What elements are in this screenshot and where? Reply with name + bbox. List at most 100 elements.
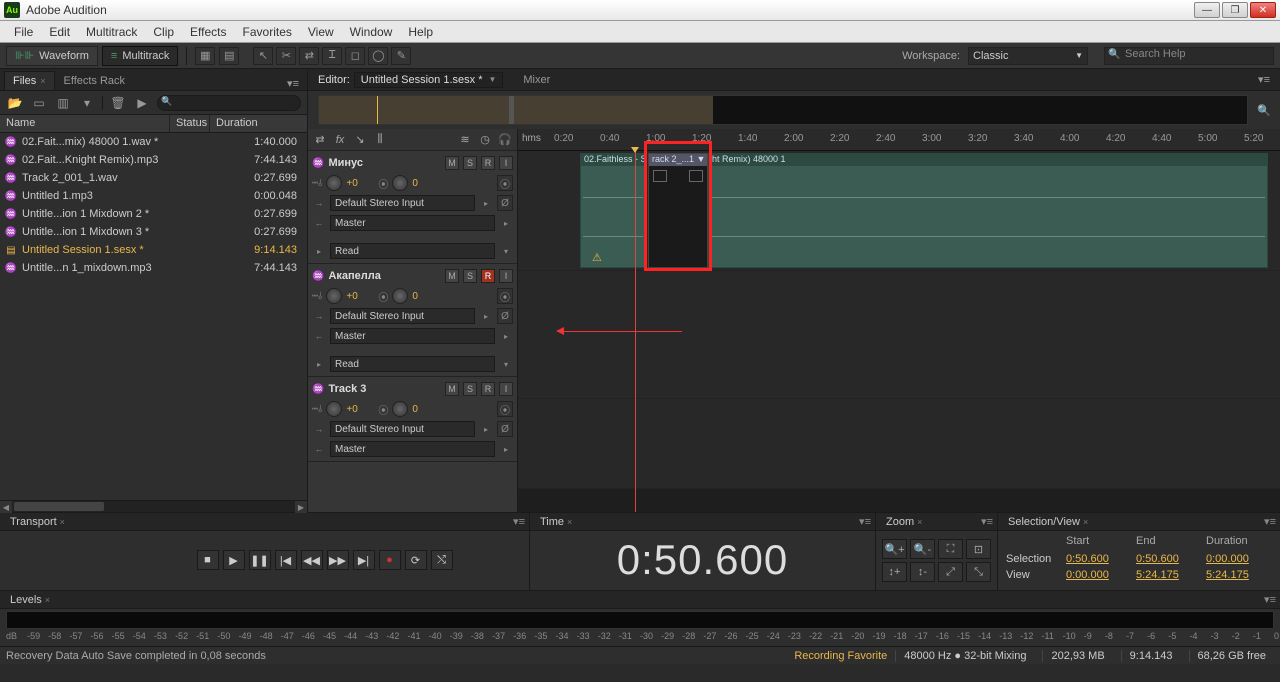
zoom-out-v-button[interactable]: ↕- — [910, 562, 935, 582]
file-row[interactable]: ▤ Untitled Session 1.sesx * 9:14.143 — [0, 241, 307, 259]
insert-clip-icon[interactable]: ▥ — [54, 95, 72, 111]
timecode-display[interactable]: 0:50.600 — [530, 531, 875, 589]
zoom-in-v-button[interactable]: ↕+ — [882, 562, 907, 582]
track-name[interactable]: Track 3 — [328, 383, 441, 395]
timeline[interactable]: hms 0:200:401:001:201:402:002:202:403:00… — [518, 129, 1280, 512]
tab-transport[interactable]: Transport× — [4, 515, 71, 529]
trash-icon[interactable]: 🗑 — [109, 95, 127, 111]
tab-files[interactable]: Files× — [4, 71, 55, 90]
close-button[interactable]: ✕ — [1250, 2, 1276, 18]
pause-button[interactable]: ❚❚ — [249, 550, 271, 570]
menu-file[interactable]: File — [6, 23, 41, 41]
track-fx-button[interactable]: ⦿ — [497, 401, 513, 417]
mute-button[interactable]: M — [445, 382, 459, 396]
send-icon[interactable]: ↘ — [352, 132, 368, 148]
chevron-right-icon[interactable]: ▸ — [479, 312, 493, 321]
pan-value[interactable]: 0 — [412, 291, 430, 302]
zoom-sel-button[interactable]: ⊡ — [966, 539, 991, 559]
files-search-input[interactable] — [157, 95, 301, 111]
rewind-button[interactable]: ◀◀ — [301, 550, 323, 570]
automation-mode-select[interactable]: Read — [330, 243, 495, 259]
chevron-down-icon[interactable]: ▾ — [499, 247, 513, 256]
workspace-select[interactable]: Classic▼ — [968, 47, 1088, 65]
chevron-right-icon[interactable]: ▸ — [499, 332, 513, 341]
menu-window[interactable]: Window — [342, 23, 401, 41]
record-arm-button[interactable]: R — [481, 156, 495, 170]
toggle-snap-icon[interactable]: ⇄ — [312, 132, 328, 148]
volume-knob[interactable] — [326, 401, 342, 417]
input-fx-button[interactable]: Ø — [497, 308, 513, 324]
record-arm-button[interactable]: R — [481, 269, 495, 283]
view-dur-input[interactable]: 5:24.175 — [1206, 569, 1276, 581]
output-select[interactable]: Master — [330, 215, 495, 231]
tab-selview[interactable]: Selection/View× — [1002, 515, 1094, 529]
input-select[interactable]: Default Stereo Input — [330, 421, 475, 437]
files-panel-menu[interactable]: ▾≡ — [283, 77, 303, 90]
input-select[interactable]: Default Stereo Input — [330, 308, 475, 324]
chevron-right-icon[interactable]: ▸ — [312, 247, 326, 256]
file-row[interactable]: ♒ 02.Fait...Knight Remix).mp3 7:44.143 — [0, 151, 307, 169]
menu-help[interactable]: Help — [400, 23, 441, 41]
stop-button[interactable]: ■ — [197, 550, 219, 570]
file-row[interactable]: ♒ Untitle...ion 1 Mixdown 3 * 0:27.699 — [0, 223, 307, 241]
play-preview-icon[interactable]: ▶ — [133, 95, 151, 111]
zoom-in-h-button[interactable]: 🔍+ — [882, 539, 907, 559]
clip-label[interactable]: ht Remix) 48000 1 — [709, 154, 1267, 166]
minimize-button[interactable]: — — [1194, 2, 1220, 18]
selection-start-input[interactable]: 0:50.600 — [1066, 553, 1136, 565]
editor-panel-menu[interactable]: ▾≡ — [1254, 73, 1274, 86]
col-name[interactable]: Name — [0, 115, 170, 132]
pan-knob[interactable] — [392, 401, 408, 417]
tool-move[interactable]: ↖ — [253, 47, 273, 65]
mute-button[interactable]: M — [445, 156, 459, 170]
waveform-mode-button[interactable]: ⊪⊪ Waveform — [6, 46, 98, 66]
tool-time-select[interactable]: Ꮖ — [322, 47, 342, 65]
file-row[interactable]: ♒ Untitle...n 1_mixdown.mp3 7:44.143 — [0, 259, 307, 277]
record-button[interactable]: ● — [379, 550, 401, 570]
pan-knob[interactable] — [392, 175, 408, 191]
chevron-right-icon[interactable]: ▸ — [479, 199, 493, 208]
forward-button[interactable]: ▶▶ — [327, 550, 349, 570]
track-name[interactable]: Минус — [328, 157, 441, 169]
volume-value[interactable]: +0 — [346, 291, 364, 302]
tool-pitch[interactable]: ▤ — [219, 47, 239, 65]
new-file-icon[interactable]: ▭ — [30, 95, 48, 111]
selection-dur-input[interactable]: 0:00.000 — [1206, 553, 1276, 565]
time-panel-menu[interactable]: ▾≡ — [859, 515, 871, 528]
editor-file-select[interactable]: Untitled Session 1.sesx * ▼ — [354, 72, 504, 88]
files-hscrollbar[interactable]: ◀▶ — [0, 500, 307, 512]
track-fx-button[interactable]: ⦿ — [497, 175, 513, 191]
automation-mode-select[interactable]: Read — [330, 356, 495, 372]
track-fx-button[interactable]: ⦿ — [497, 288, 513, 304]
output-select[interactable]: Master — [330, 441, 495, 457]
menu-clip[interactable]: Clip — [145, 23, 182, 41]
chevron-right-icon[interactable]: ▸ — [499, 445, 513, 454]
tool-brush[interactable]: ✎ — [391, 47, 411, 65]
file-row[interactable]: ♒ 02.Fait...mix) 48000 1.wav * 1:40.000 — [0, 133, 307, 151]
menu-multitrack[interactable]: Multitrack — [78, 23, 145, 41]
volume-value[interactable]: +0 — [346, 404, 364, 415]
col-status[interactable]: Status — [170, 115, 210, 132]
monitor-button[interactable]: I — [499, 382, 513, 396]
track-name[interactable]: Акапелла — [328, 270, 441, 282]
tool-slip[interactable]: ⇄ — [299, 47, 319, 65]
maximize-button[interactable]: ❐ — [1222, 2, 1248, 18]
selview-panel-menu[interactable]: ▾≡ — [1264, 515, 1276, 528]
file-row[interactable]: ♒ Untitle...ion 1 Mixdown 2 * 0:27.699 — [0, 205, 307, 223]
multitrack-mode-button[interactable]: ≡ Multitrack — [102, 46, 178, 66]
chevron-down-icon[interactable]: ▾ — [499, 360, 513, 369]
playhead[interactable] — [635, 151, 636, 512]
automation-icon[interactable]: ≋ — [457, 132, 473, 148]
file-row[interactable]: ♒ Untitled 1.mp3 0:00.048 — [0, 187, 307, 205]
volume-knob[interactable] — [326, 288, 342, 304]
fx-icon[interactable]: fx — [332, 132, 348, 148]
menu-favorites[interactable]: Favorites — [235, 23, 300, 41]
menu-effects[interactable]: Effects — [182, 23, 234, 41]
chevron-right-icon[interactable]: ▸ — [312, 360, 326, 369]
volume-value[interactable]: +0 — [346, 178, 364, 189]
pan-knob[interactable] — [392, 288, 408, 304]
clip-fade-in-icon[interactable] — [653, 170, 667, 182]
tool-lasso[interactable]: ◯ — [368, 47, 388, 65]
chevron-right-icon[interactable]: ▸ — [499, 219, 513, 228]
zoom-out-h-button[interactable]: 🔍- — [910, 539, 935, 559]
